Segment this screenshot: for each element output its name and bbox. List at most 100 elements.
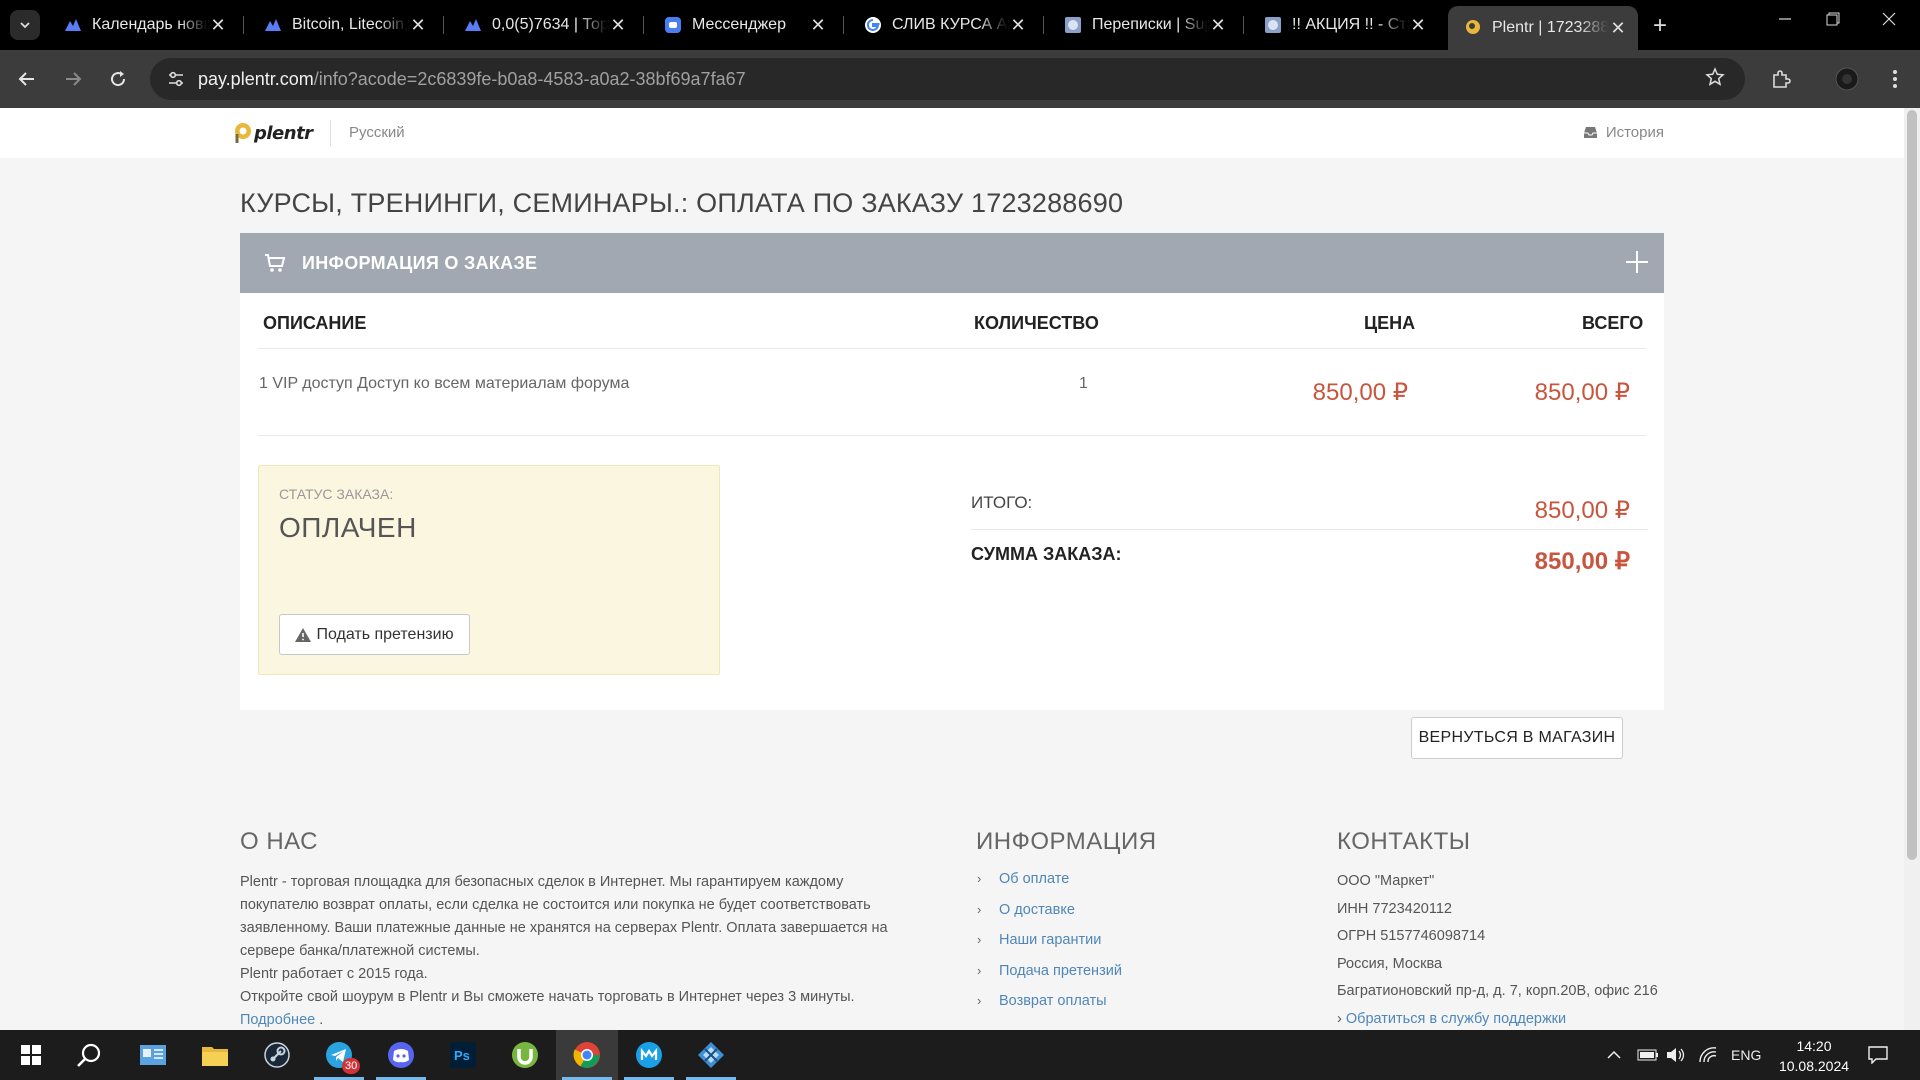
page-title: КУРСЫ, ТРЕНИНГИ, СЕМИНАРЫ.: ОПЛАТА ПО ЗА… (240, 188, 1124, 218)
expand-plus-icon[interactable] (1624, 249, 1650, 275)
info-link-payment[interactable]: › Об оплате (977, 871, 1122, 902)
order-panel-header[interactable]: ИНФОРМАЦИЯ О ЗАКАЗЕ (240, 233, 1664, 293)
tab-close-icon[interactable]: ✕ (208, 15, 228, 36)
about-line: покупателю возврат оплаты, если сделка н… (240, 897, 871, 913)
taskbar-explorer-icon[interactable] (184, 1030, 246, 1080)
taskbar-search-icon[interactable] (58, 1030, 120, 1080)
taskbar-app-icon[interactable] (680, 1030, 742, 1080)
network-icon[interactable] (1698, 1030, 1718, 1080)
info-link-refund[interactable]: › Возврат оплаты (977, 993, 1122, 1024)
notifications-icon[interactable] (1868, 1030, 1888, 1080)
url-host: pay.plentr.com (198, 68, 314, 89)
item-quantity: 1 (1079, 375, 1088, 392)
taskbar-utorrent-icon[interactable] (494, 1030, 556, 1080)
tab-close-icon[interactable]: ✕ (1008, 15, 1028, 36)
footer-info-links: › Об оплате › О доставке › Наши гарантии › П… (977, 871, 1122, 1024)
browser-tab-bar: Календарь новых ✕ Bitcoin, Litecoin, ✕ 0… (0, 0, 1920, 50)
tab-close-icon[interactable]: ✕ (808, 15, 828, 36)
taskbar-photoshop-icon[interactable]: Ps (432, 1030, 494, 1080)
taskbar-clock[interactable]: 14:20 10.08.2024 (1776, 1036, 1852, 1076)
browser-tab-3[interactable]: 0,0(5)7634 | Торг ✕ (448, 6, 638, 44)
site-info-icon[interactable] (164, 67, 188, 91)
tab-close-icon[interactable]: ✕ (408, 15, 428, 36)
svg-text:Ps: Ps (454, 1048, 470, 1063)
claim-button-label: Подать претензию (316, 625, 454, 643)
plentr-logo[interactable]: plentr (234, 122, 313, 144)
taskbar-chrome-icon[interactable] (556, 1030, 618, 1080)
tab-close-icon[interactable]: ✕ (1608, 18, 1628, 39)
browser-tab-7[interactable]: !! АКЦИЯ !! - Ста ✕ (1248, 6, 1438, 44)
history-label: История (1605, 124, 1664, 141)
info-link-delivery[interactable]: › О доставке (977, 902, 1122, 933)
battery-icon[interactable] (1637, 1030, 1659, 1080)
info-link-label: Возврат оплаты (999, 993, 1107, 1009)
tab-search-button[interactable] (10, 10, 40, 40)
browser-tab-1[interactable]: Календарь новых ✕ (48, 6, 238, 44)
volume-icon[interactable] (1666, 1030, 1686, 1080)
browser-menu-icon[interactable] (1880, 64, 1910, 94)
address-bar[interactable]: pay.plentr.com/info?acode=2c6839fe-b0a8-… (150, 58, 1745, 100)
info-link-claims[interactable]: › Подача претензий (977, 963, 1122, 994)
chevron-right-icon: › (1337, 1010, 1346, 1027)
subtotal-value: 850,00 ₽ (1534, 497, 1630, 524)
order-sum-value: 850,00 ₽ (1534, 548, 1630, 575)
tab-separator (243, 16, 244, 34)
totals-divider (971, 529, 1648, 530)
support-link[interactable]: › Обратиться в службу поддержки (1337, 1011, 1658, 1031)
back-icon[interactable] (12, 64, 42, 94)
table-divider (258, 435, 1646, 436)
url-text[interactable]: pay.plentr.com/info?acode=2c6839fe-b0a8-… (198, 69, 746, 90)
plentr-icon (1464, 19, 1482, 37)
browser-toolbar: pay.plentr.com/info?acode=2c6839fe-b0a8-… (0, 50, 1920, 108)
info-link-guarantees[interactable]: › Наши гарантии (977, 932, 1122, 963)
reload-icon[interactable] (103, 64, 133, 94)
taskbar-messenger-icon[interactable] (618, 1030, 680, 1080)
minimize-icon[interactable] (1778, 10, 1792, 31)
footer-about-text: Plentr - торговая площадка для безопасны… (240, 871, 920, 1030)
tab-close-icon[interactable]: ✕ (1208, 15, 1228, 36)
browser-tab-4[interactable]: Мессенджер ✕ (648, 6, 838, 44)
page-scrollbar[interactable] (1904, 108, 1920, 1030)
tab-close-icon[interactable]: ✕ (608, 15, 628, 36)
item-total: 850,00 ₽ (1534, 379, 1630, 406)
scrollbar-thumb[interactable] (1907, 110, 1917, 860)
tab-close-icon[interactable]: ✕ (1408, 15, 1428, 36)
page-viewport: plentr Русский История КУРСЫ, ТРЕНИНГИ, … (0, 108, 1904, 1030)
file-claim-button[interactable]: Подать претензию (279, 614, 470, 655)
show-hidden-icons-icon[interactable] (1606, 1030, 1622, 1080)
profile-avatar-icon[interactable] (1832, 64, 1862, 94)
tab-separator (443, 16, 444, 34)
url-path: /info?acode=2c6839fe-b0a8-4583-a0a2-38bf… (313, 68, 746, 89)
forward-icon[interactable] (58, 64, 88, 94)
browser-tab-5[interactable]: СЛИВ КУРСА АН ✕ (848, 6, 1038, 44)
chevron-right-icon: › (977, 932, 982, 947)
browser-tab-2[interactable]: Bitcoin, Litecoin, ✕ (248, 6, 438, 44)
tab-title: 0,0(5)7634 | Торг (492, 16, 608, 33)
order-panel-title: ИНФОРМАЦИЯ О ЗАКАЗЕ (302, 252, 538, 273)
language-selector[interactable]: Русский (349, 124, 405, 141)
about-line: Plentr - торговая площадка для безопасны… (240, 874, 844, 890)
new-tab-button[interactable]: + (1653, 12, 1667, 40)
about-more-link[interactable]: Подробнее (240, 1012, 315, 1028)
taskbar-discord-icon[interactable] (370, 1030, 432, 1080)
taskbar-steam-icon[interactable] (246, 1030, 308, 1080)
browser-tab-6[interactable]: Переписки | Sup ✕ (1048, 6, 1238, 44)
windows-logo-icon (21, 1045, 41, 1065)
history-link[interactable]: История (1583, 124, 1664, 141)
status-label: СТАТУС ЗАКАЗА: (279, 486, 394, 502)
restore-icon[interactable] (1826, 10, 1840, 31)
order-status-box: СТАТУС ЗАКАЗА: ОПЛАЧЕН Подать претензию (258, 465, 720, 675)
browser-tab-active[interactable]: Plentr | 1723288 ✕ (1448, 6, 1638, 50)
bookmark-star-icon[interactable] (1705, 67, 1725, 92)
input-language[interactable]: ENG (1731, 1030, 1761, 1080)
info-link-label: Наши гарантии (999, 932, 1102, 948)
taskbar-control-panel-icon[interactable] (122, 1030, 184, 1080)
start-button[interactable] (0, 1030, 62, 1080)
item-description: 1 VIP доступ Доступ ко всем материалам ф… (259, 375, 630, 392)
close-window-icon[interactable] (1882, 10, 1896, 31)
taskbar-telegram-icon[interactable]: 30 (308, 1030, 370, 1080)
cart-icon (265, 254, 286, 272)
extensions-icon[interactable] (1766, 64, 1796, 94)
back-to-shop-button[interactable]: ВЕРНУТЬСЯ В МАГАЗИН (1411, 717, 1623, 759)
tab-title: Bitcoin, Litecoin, (292, 16, 408, 33)
